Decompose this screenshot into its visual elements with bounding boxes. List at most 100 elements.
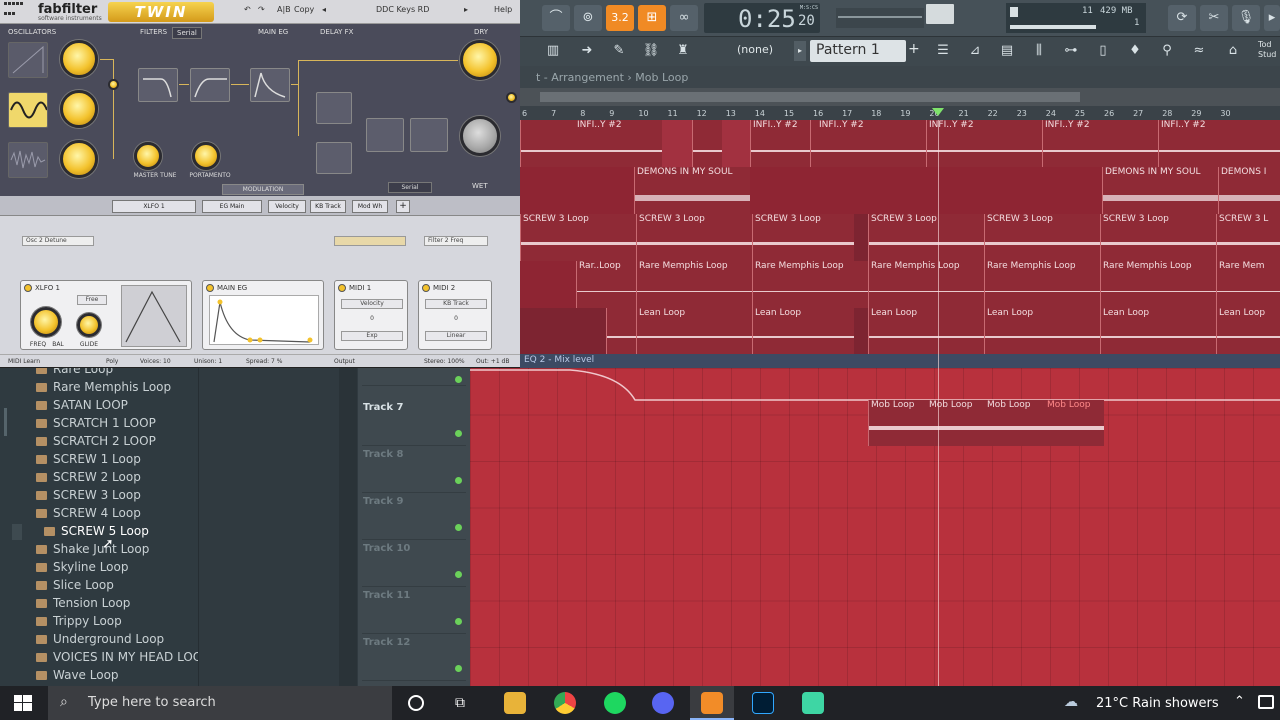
midi1-source-select[interactable]: Velocity bbox=[341, 299, 403, 309]
audio-clip[interactable]: Rar..Loop bbox=[576, 261, 636, 308]
browser-folder-item[interactable]: SCREW 4 Loop bbox=[36, 506, 141, 524]
poly-mode[interactable]: Poly bbox=[106, 358, 118, 365]
wait-record-icon[interactable]: ⊚ bbox=[574, 5, 602, 31]
browser-folder-item[interactable]: Tension Loop bbox=[36, 596, 130, 614]
plugin-icon[interactable]: ♦ bbox=[1122, 39, 1148, 63]
unison-value[interactable]: Unison: 1 bbox=[194, 358, 222, 365]
browser-folder-item[interactable]: Rare Memphis Loop bbox=[36, 380, 171, 398]
track-header[interactable]: Track 9 bbox=[362, 494, 466, 540]
cortana-icon[interactable] bbox=[408, 695, 424, 711]
browser-folder-item[interactable]: Slice Loop bbox=[36, 578, 114, 596]
mod-target-slot-2[interactable]: Filter 2 Freq bbox=[424, 236, 488, 246]
delay-box-2[interactable] bbox=[316, 142, 352, 174]
audio-clip[interactable]: DEMONS I bbox=[1218, 167, 1280, 214]
osc1-waveform[interactable] bbox=[8, 42, 48, 78]
add-mod-button[interactable]: + bbox=[396, 200, 410, 213]
main-eg-envelope-display[interactable] bbox=[209, 295, 319, 345]
modulation-toggle[interactable]: MODULATION bbox=[222, 184, 304, 195]
filter1-box[interactable] bbox=[138, 68, 178, 102]
channel-rack-icon[interactable]: ▤ bbox=[994, 39, 1020, 63]
master-volume-knob[interactable] bbox=[926, 4, 954, 24]
mod-tab-eg-main[interactable]: EG Main bbox=[202, 200, 262, 213]
pattern-prev-icon[interactable]: ▸ bbox=[794, 41, 806, 61]
audio-clip[interactable]: SCREW 3 Loop bbox=[1100, 214, 1216, 261]
audio-clip[interactable]: Lean Loop bbox=[636, 308, 752, 354]
audio-clip[interactable]: SCREW 3 Loop bbox=[636, 214, 752, 261]
preset-next-icon[interactable]: ▸ bbox=[464, 5, 468, 14]
windows-start-icon[interactable] bbox=[14, 695, 32, 711]
mob-loop-clip[interactable]: Mob Loop Mob Loop Mob Loop Mob Loop bbox=[868, 400, 1104, 446]
track-led[interactable] bbox=[455, 430, 462, 437]
spread-value[interactable]: Spread: 7 % bbox=[246, 358, 282, 365]
mod-tab-xlfo1[interactable]: XLFO 1 bbox=[112, 200, 196, 213]
audio-clip[interactable]: INFI..Y #2 bbox=[1158, 120, 1280, 167]
news-panel[interactable]: Tod Stud bbox=[1258, 40, 1280, 60]
brush-icon[interactable]: ✎ bbox=[606, 39, 632, 63]
track-header[interactable]: Track 11 bbox=[362, 588, 466, 634]
audio-clip[interactable]: INFI..Y #2 bbox=[810, 120, 926, 167]
microphone-icon[interactable]: 🎙 bbox=[1232, 5, 1260, 31]
task-view-icon[interactable]: ⧉ bbox=[455, 695, 473, 711]
voices-value[interactable]: Voices: 10 bbox=[140, 358, 171, 365]
main-eg-box[interactable] bbox=[250, 68, 290, 102]
track-header-automation[interactable] bbox=[362, 354, 466, 386]
audio-clip[interactable]: INFI..Y #2 bbox=[926, 120, 1042, 167]
discord-icon[interactable] bbox=[652, 692, 674, 714]
audio-clip[interactable]: Rare Mem bbox=[1216, 261, 1280, 308]
tray-app-icon[interactable] bbox=[1258, 695, 1274, 709]
piano-roll-icon[interactable]: ⊿ bbox=[962, 39, 988, 63]
track-led[interactable] bbox=[455, 477, 462, 484]
spotify-icon[interactable] bbox=[604, 692, 626, 714]
tools-icon[interactable]: ✂ bbox=[1200, 5, 1228, 31]
mixer-icon[interactable]: ⫼ bbox=[1026, 39, 1052, 63]
browser-folder-item[interactable]: SCREW 2 Loop bbox=[36, 470, 141, 488]
audio-clip[interactable]: Rare Memphis Loop bbox=[1100, 261, 1216, 308]
browser-folder-item[interactable]: SCREW 1 Loop bbox=[36, 452, 141, 470]
browser-folder-item[interactable]: SCRATCH 2 LOOP bbox=[36, 434, 156, 452]
osc1-level-knob[interactable] bbox=[60, 40, 98, 78]
mod-target-slot[interactable]: Osc 2 Detune bbox=[22, 236, 94, 246]
audio-clip[interactable]: Rare Memphis Loop bbox=[636, 261, 752, 308]
xlfo1-shape-display[interactable] bbox=[121, 285, 187, 347]
audio-clip[interactable]: SCREW 3 Loop bbox=[868, 214, 984, 261]
delay-box-1[interactable] bbox=[316, 92, 352, 124]
photoshop-icon[interactable] bbox=[752, 692, 774, 714]
freq-knob[interactable] bbox=[31, 307, 61, 337]
loop-record-icon[interactable]: ∞ bbox=[670, 5, 698, 31]
browser-folder-item[interactable]: Rare Loop bbox=[36, 368, 113, 380]
midi2-curve-select[interactable]: Linear bbox=[425, 331, 487, 341]
hat-icon[interactable]: ♜ bbox=[670, 39, 696, 63]
midi1-curve-select[interactable]: Exp bbox=[341, 331, 403, 341]
document-icon[interactable]: ▯ bbox=[1090, 39, 1116, 63]
filter2-box[interactable] bbox=[190, 68, 230, 102]
pattern-selector[interactable]: Pattern 1 bbox=[810, 40, 906, 62]
browser-folder-item[interactable]: VOICES IN MY HEAD LOOP bbox=[36, 650, 198, 668]
audio-clip[interactable]: INFI..Y #2 bbox=[750, 120, 810, 167]
browser-folder-item[interactable]: Skyline Loop bbox=[36, 560, 129, 578]
preset-prev-icon[interactable]: ◂ bbox=[322, 5, 326, 14]
midi2-enable[interactable] bbox=[422, 284, 430, 292]
audio-clip[interactable] bbox=[606, 308, 636, 354]
browser-tree-icon[interactable]: ⊶ bbox=[1058, 39, 1084, 63]
audio-clip[interactable] bbox=[692, 120, 722, 167]
browser-folder-item[interactable]: SCRATCH 1 LOOP bbox=[36, 416, 156, 434]
audio-clip[interactable]: INFI..Y #2 bbox=[520, 120, 662, 167]
audio-clip[interactable]: SCREW 3 L bbox=[1216, 214, 1280, 261]
piano-keys-icon[interactable]: ▥ bbox=[540, 39, 566, 63]
track-header[interactable]: Track 10 bbox=[362, 541, 466, 587]
browser-folder-item[interactable]: SCREW 3 Loop bbox=[36, 488, 141, 506]
audio-clip[interactable]: DEMONS IN MY SOUL bbox=[1102, 167, 1218, 214]
playhead-marker-icon[interactable] bbox=[932, 106, 944, 116]
audio-clip[interactable]: Lean Loop bbox=[752, 308, 854, 354]
metronome-icon[interactable]: ⌒ bbox=[542, 5, 570, 31]
browser-folder-item[interactable]: Trippy Loop bbox=[36, 614, 122, 632]
sampler-icon[interactable]: ⚲ bbox=[1154, 39, 1180, 63]
copy-button[interactable]: Copy bbox=[294, 5, 314, 14]
track-led[interactable] bbox=[455, 571, 462, 578]
playlist-icon[interactable]: ☰ bbox=[930, 39, 956, 63]
portamento-knob[interactable] bbox=[192, 142, 220, 170]
browser-folder-item[interactable]: Shake Junt Loop bbox=[36, 542, 149, 560]
audio-clip[interactable]: Lean Loop bbox=[1216, 308, 1280, 354]
dry-knob[interactable] bbox=[460, 40, 500, 80]
audio-clip[interactable]: SCREW 3 Loop bbox=[752, 214, 854, 261]
